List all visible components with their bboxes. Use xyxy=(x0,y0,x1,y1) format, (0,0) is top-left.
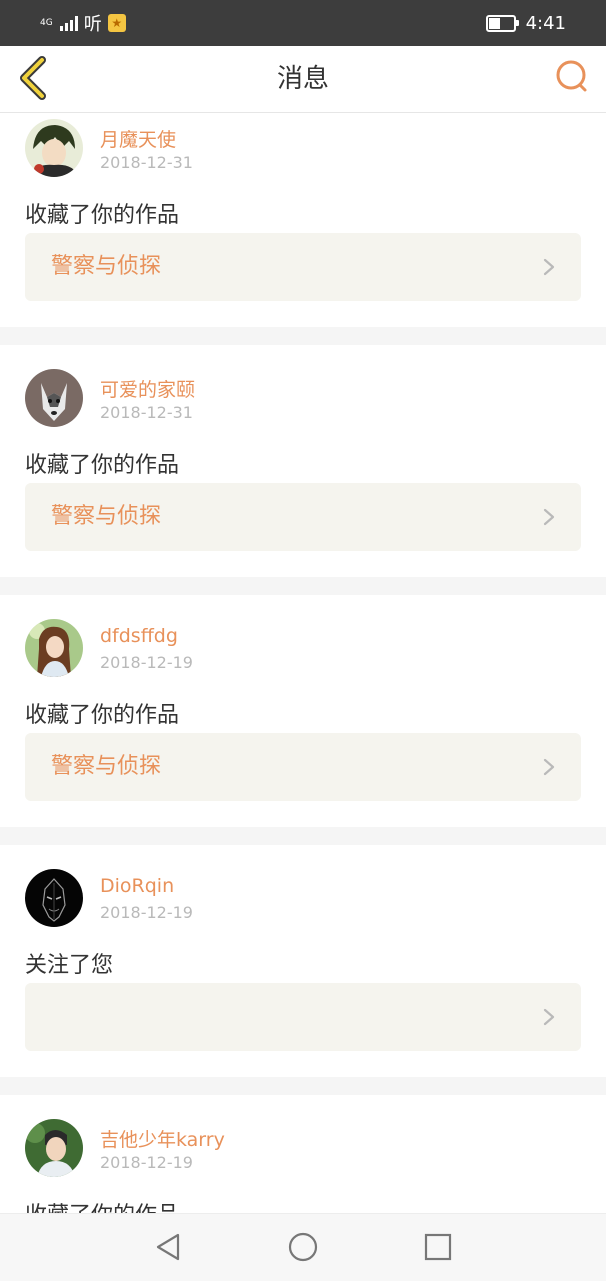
status-left: 4G 听 ★ xyxy=(40,12,126,35)
circle-home-icon xyxy=(288,1232,318,1262)
status-bar: 4G 听 ★ 4:41 xyxy=(0,0,606,46)
message-card: 吉他少年karry 2018-12-19 收藏了你的作品 xyxy=(0,1095,606,1213)
chevron-right-icon xyxy=(543,508,555,526)
app-header: 消息 xyxy=(0,46,606,113)
avatar[interactable] xyxy=(25,619,83,677)
message-action: 收藏了你的作品 xyxy=(25,1197,179,1213)
star-app-icon: ★ xyxy=(107,14,126,32)
message-list: 月魔天使 2018-12-31 收藏了你的作品 警察与侦探 可爱的家颐 2018… xyxy=(0,113,606,1213)
user-name[interactable]: dfdsffdg xyxy=(100,625,178,647)
triangle-back-icon xyxy=(156,1233,180,1261)
user-name[interactable]: 月魔天使 xyxy=(100,125,176,152)
avatar[interactable] xyxy=(25,369,83,427)
message-card: 可爱的家颐 2018-12-31 收藏了你的作品 警察与侦探 xyxy=(0,345,606,577)
avatar[interactable] xyxy=(25,119,83,177)
message-action: 收藏了你的作品 xyxy=(25,703,180,728)
message-card: dfdsffdg 2018-12-19 收藏了你的作品 警察与侦探 xyxy=(0,595,606,827)
message-date: 2018-12-31 xyxy=(100,153,193,172)
work-link[interactable]: 警察与侦探 xyxy=(25,233,581,301)
chevron-right-icon xyxy=(543,1008,555,1026)
message-card: DioRqin 2018-12-19 关注了您 xyxy=(0,845,606,1077)
nav-recents-button[interactable] xyxy=(421,1230,455,1264)
clock: 4:41 xyxy=(525,12,566,34)
message-date: 2018-12-19 xyxy=(100,653,193,672)
message-date: 2018-12-19 xyxy=(100,903,193,922)
square-recents-icon xyxy=(424,1233,452,1261)
signal-icon xyxy=(59,15,78,31)
battery-icon xyxy=(485,14,519,32)
message-card: 月魔天使 2018-12-31 收藏了你的作品 警察与侦探 xyxy=(0,113,606,327)
page-title: 消息 xyxy=(276,64,329,94)
work-title: 警察与侦探 xyxy=(51,254,162,279)
message-action: 收藏了你的作品 xyxy=(25,203,180,228)
message-date: 2018-12-19 xyxy=(100,1153,193,1172)
search-icon xyxy=(556,60,587,92)
message-action: 关注了您 xyxy=(25,953,114,978)
work-title: 警察与侦探 xyxy=(51,754,162,779)
work-title: 警察与侦探 xyxy=(51,504,162,529)
work-link[interactable] xyxy=(25,983,581,1051)
chevron-right-icon xyxy=(543,258,555,276)
network-label: 4G xyxy=(40,17,53,28)
status-right: 4:41 xyxy=(485,12,566,34)
work-link[interactable]: 警察与侦探 xyxy=(25,483,581,551)
user-name[interactable]: DioRqin xyxy=(100,875,174,897)
message-date: 2018-12-31 xyxy=(100,403,193,422)
avatar[interactable] xyxy=(25,869,83,927)
chevron-right-icon xyxy=(543,758,555,776)
battery-fill xyxy=(488,17,501,29)
work-link[interactable]: 警察与侦探 xyxy=(25,733,581,801)
system-nav-bar xyxy=(0,1213,606,1281)
network-type: 4G xyxy=(40,17,53,28)
search-button[interactable] xyxy=(554,58,590,94)
user-name[interactable]: 吉他少年karry xyxy=(100,1125,225,1152)
message-action: 收藏了你的作品 xyxy=(25,453,180,478)
user-name[interactable]: 可爱的家颐 xyxy=(100,375,195,402)
nav-back-button[interactable] xyxy=(152,1230,186,1264)
nav-home-button[interactable] xyxy=(286,1230,320,1264)
avatar[interactable] xyxy=(25,1119,83,1177)
app-label: 听 xyxy=(83,14,102,35)
